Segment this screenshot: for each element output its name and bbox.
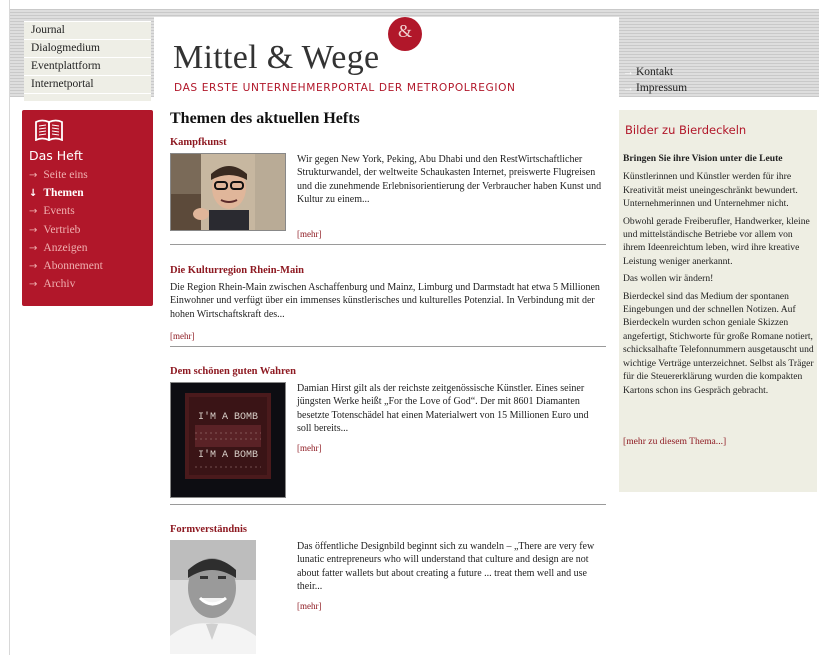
book-icon [34, 119, 64, 146]
topnav-item-eventplattform[interactable]: Eventplattform [24, 58, 151, 76]
promo-title: Bilder zu Bierdeckeln [625, 123, 747, 137]
sidebar-item-archiv[interactable]: → Archiv [29, 275, 103, 293]
utilnav-item-kontakt[interactable]: → Kontakt [623, 64, 687, 80]
sidebar-item-label: Events [43, 205, 75, 218]
site-logo[interactable]: & Mittel & Wege DAS ERSTE UNTERNEHMERPOR… [154, 17, 619, 97]
promo-lead: Bringen Sie ihre Vision unter die Leute [623, 153, 783, 164]
arrow-right-icon: → [29, 242, 38, 254]
utilnav-label: Impressum [636, 82, 688, 94]
top-navigation: Journal Dialogmedium Eventplattform Inte… [24, 21, 151, 101]
article-title[interactable]: Dem schönen guten Wahren [170, 366, 296, 377]
logo-title: Mittel & Wege [173, 39, 380, 76]
sidebar-item-label: Archiv [43, 278, 76, 291]
utilnav-label: Kontakt [636, 66, 674, 78]
sidebar-item-label: Vertrieb [43, 223, 81, 236]
article-divider [170, 244, 606, 245]
sidebar-item-events[interactable]: → Events [29, 202, 103, 220]
sidebar-item-vertrieb[interactable]: → Vertrieb [29, 221, 103, 239]
article-teaser: Das öffentliche Designbild beginnt sich … [297, 541, 595, 593]
arrow-right-icon: → [29, 260, 38, 272]
sidebar-menu: → Seite eins ↓ Themen → Events → Vertrieb → A… [29, 166, 103, 293]
article-image[interactable]: I'M A BOMB I'M A BOMB [170, 382, 286, 498]
image-text: I'M A BOMB [198, 449, 258, 461]
topnav-item-journal[interactable]: Journal [24, 21, 151, 40]
arrow-right-icon: → [623, 82, 634, 94]
article-image[interactable] [170, 540, 256, 654]
logo-tagline: DAS ERSTE UNTERNEHMERPORTAL DER METROPOL… [174, 82, 516, 94]
sidebar-item-label: Abonnement [43, 259, 103, 272]
sidebar: Das Heft → Seite eins ↓ Themen → Events → Ve… [22, 110, 153, 306]
promo-body: Bringen Sie ihre Vision unter die Leute … [623, 152, 814, 401]
promo-box: Bilder zu Bierdeckeln Bringen Sie ihre V… [619, 110, 817, 492]
sidebar-item-abonnement[interactable]: → Abonnement [29, 257, 103, 275]
arrow-right-icon: → [29, 170, 38, 181]
page-left-border [9, 0, 10, 655]
sidebar-heading: Das Heft [29, 148, 83, 163]
topnav-item-internetportal[interactable]: Internetportal [24, 76, 151, 94]
utility-navigation: → Kontakt → Impressum [623, 64, 687, 96]
arrow-right-icon: → [29, 279, 38, 291]
article-more-link[interactable]: [mehr] [297, 443, 322, 453]
sidebar-item-seite-eins[interactable]: → Seite eins [29, 166, 103, 184]
article-divider [170, 504, 606, 505]
article-more-link[interactable]: [mehr] [297, 601, 322, 611]
sidebar-item-themen[interactable]: ↓ Themen [29, 184, 103, 202]
sidebar-item-label: Themen [43, 187, 84, 200]
article-title[interactable]: Kampfkunst [170, 137, 227, 148]
topnav-item-dialogmedium[interactable]: Dialogmedium [24, 40, 151, 58]
logo-ampersand-icon: & [388, 17, 422, 51]
sidebar-item-label: Seite eins [43, 169, 88, 181]
article-teaser: Wir gegen New York, Peking, Abu Dhabi un… [297, 154, 602, 206]
article-teaser: Damian Hirst gilt als der reichste zeitg… [297, 383, 589, 435]
page-title: Themen des aktuellen Hefts [170, 110, 360, 127]
article-more-link[interactable]: [mehr] [170, 331, 195, 341]
image-text: I'M A BOMB [198, 411, 258, 423]
promo-paragraph: Bierdeckel sind das Medium der spontanen… [623, 290, 814, 396]
arrow-right-icon: → [29, 224, 38, 236]
promo-paragraph: Das wollen wir ändern! [623, 273, 714, 285]
article-teaser: Die Region Rhein-Main zwischen Aschaffen… [170, 282, 600, 320]
article-title[interactable]: Die Kulturregion Rhein-Main [170, 265, 304, 276]
sidebar-item-label: Anzeigen [43, 241, 88, 254]
arrow-down-icon: ↓ [29, 188, 38, 200]
sidebar-item-anzeigen[interactable]: → Anzeigen [29, 239, 103, 257]
article-title[interactable]: Formverständnis [170, 524, 247, 535]
article-more-link[interactable]: [mehr] [297, 229, 322, 239]
article-divider [170, 346, 606, 347]
utilnav-item-impressum[interactable]: → Impressum [623, 80, 687, 96]
promo-more-link[interactable]: [mehr zu diesem Thema...] [623, 436, 726, 447]
article-image[interactable] [170, 153, 286, 231]
arrow-right-icon: → [29, 206, 38, 218]
arrow-right-icon: → [623, 66, 634, 78]
promo-paragraph: Künstlerinnen und Künstler werden für ih… [623, 171, 798, 210]
promo-paragraph: Obwohl gerade Freiberufler, Handwerker, … [623, 215, 810, 267]
